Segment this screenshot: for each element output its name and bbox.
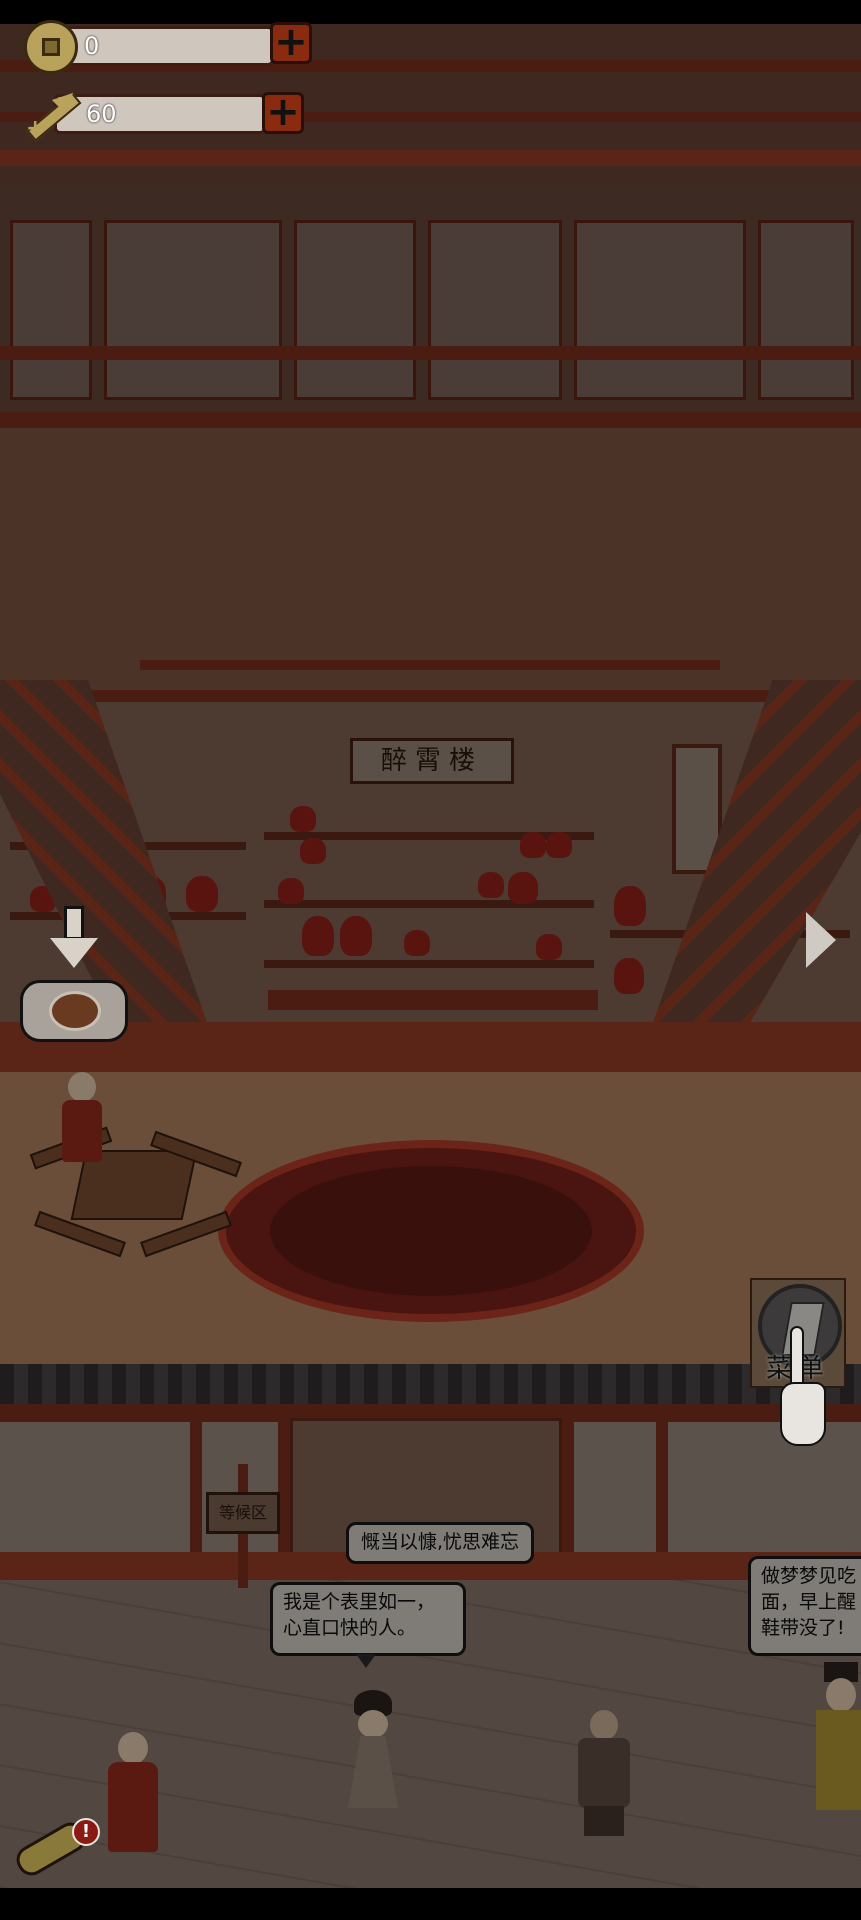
game-scene[interactable]: 醉霄楼 等候区 慨当以慷,忧思难忘 我是个表里如一， 心直口快的人。 做梦梦见吃… (0, 0, 861, 1920)
dialogue-line: 做梦梦见吃 (761, 1565, 857, 1587)
add-energy-button[interactable]: + (262, 92, 304, 134)
dining-floor (0, 1022, 861, 1072)
dish-icon (49, 991, 101, 1031)
corridor-post (190, 1422, 202, 1552)
inn-sign-board: 醉霄楼 (350, 738, 514, 784)
dialogue-line: 心直口快的人。 (283, 1617, 417, 1639)
energy-value: 60 (86, 100, 117, 128)
pointing-hand-icon (776, 1326, 828, 1458)
status-bar (0, 0, 861, 24)
monk-customer[interactable] (60, 1072, 104, 1172)
energy-arrow-icon: + (20, 84, 82, 142)
dialogue-bubble: 我是个表里如一， 心直口快的人。 (270, 1582, 466, 1656)
upper-window-5 (574, 220, 746, 400)
counter (268, 990, 598, 1010)
upper-window-2 (104, 220, 282, 400)
wine-jar (508, 872, 538, 904)
wine-jar (614, 886, 646, 926)
ceiling-floor (0, 428, 861, 690)
coin-icon (24, 20, 78, 74)
navigation-bar (0, 1888, 861, 1920)
balcony-railing (0, 690, 861, 702)
gallery-rail (0, 346, 861, 360)
inn-sign-text: 醉霄楼 (380, 746, 483, 776)
upper-window-4 (428, 220, 562, 400)
alert-badge-text: ! (81, 1821, 91, 1842)
dialogue-text: 慨当以慷,忧思难忘 (360, 1531, 520, 1553)
wine-jar (278, 878, 304, 904)
waiting-area-sign: 等候区 (206, 1464, 280, 1588)
plus-icon: + (274, 19, 308, 65)
next-room-button[interactable] (800, 910, 844, 970)
balcony-railing-2 (140, 660, 720, 670)
dialogue-line: 鞋带没了! (761, 1617, 845, 1639)
dish-bubble (20, 980, 128, 1042)
scroll-button[interactable]: ! (8, 1817, 100, 1882)
wine-jar (290, 806, 316, 832)
wine-jar (546, 832, 572, 858)
roof-beam-3 (0, 150, 861, 166)
wine-jar (520, 832, 546, 858)
wine-jar (478, 872, 504, 898)
upper-window-3 (294, 220, 416, 400)
round-rug-inner (270, 1166, 592, 1296)
down-arrow-icon (50, 906, 98, 976)
dialogue-line: 面，早上醒 (761, 1591, 857, 1613)
monk-head (68, 1072, 96, 1102)
gallery-base (0, 412, 861, 428)
dialogue-bubble: 慨当以慷,忧思难忘 (346, 1522, 534, 1564)
chevron-right-icon (806, 912, 836, 968)
alert-badge: ! (72, 1818, 100, 1846)
shelf-center-2 (264, 900, 594, 908)
plus-icon: + (266, 89, 300, 135)
wine-jar (536, 934, 562, 960)
upper-window-1 (10, 220, 92, 400)
customer-official[interactable] (816, 1662, 861, 1812)
bubble-tail (356, 1654, 376, 1668)
corridor-roof (0, 1364, 861, 1404)
customer-monk[interactable] (104, 1732, 162, 1856)
wine-jar (404, 930, 430, 956)
upper-window-6 (758, 220, 854, 400)
wine-jar (614, 958, 644, 994)
wine-jar (300, 838, 326, 864)
monk-robe (62, 1100, 102, 1162)
customer-lady[interactable] (342, 1690, 404, 1810)
customer-peddler[interactable] (570, 1710, 636, 1836)
corridor-post (656, 1422, 668, 1552)
dialogue-line: 我是个表里如一， (283, 1591, 436, 1613)
coins-value: 0 (84, 32, 100, 60)
wine-jar (302, 916, 334, 956)
dialogue-bubble: 做梦梦见吃 面，早上醒 鞋带没了! (748, 1556, 861, 1656)
waiting-area-label: 等候区 (218, 1503, 267, 1522)
wine-jar (186, 876, 218, 912)
wine-jar (340, 916, 372, 956)
add-coins-button[interactable]: + (270, 22, 312, 64)
order-indicator[interactable] (20, 906, 128, 1046)
shelf-center-3 (264, 960, 594, 968)
